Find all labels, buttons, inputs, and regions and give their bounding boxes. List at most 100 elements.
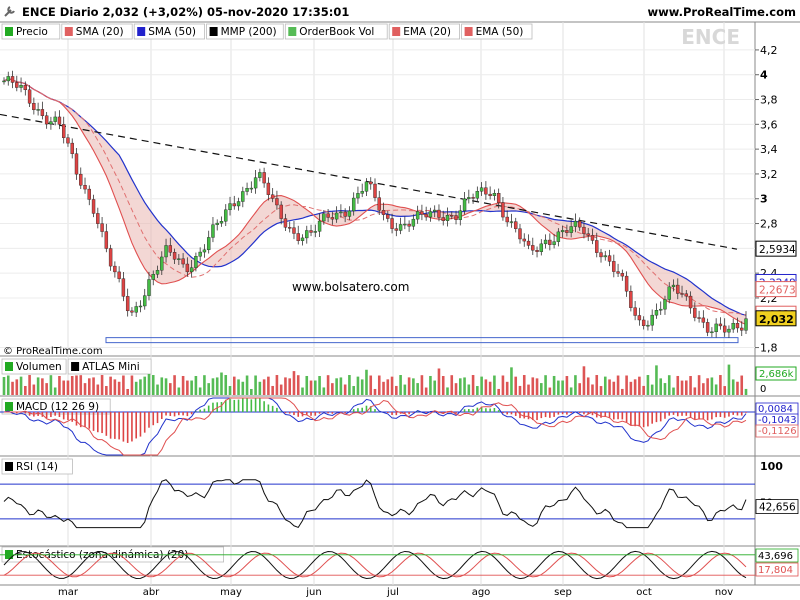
y-tick-label: 3,6	[760, 118, 778, 131]
volume-bar	[220, 372, 223, 395]
macd-hist	[75, 412, 78, 426]
volume-bar	[586, 377, 590, 395]
macd-hist	[118, 412, 120, 440]
macd-hist	[276, 407, 278, 412]
volume-bar	[680, 380, 684, 395]
candle-body	[390, 218, 394, 229]
volume-bar	[70, 375, 74, 395]
volume-bar	[557, 380, 560, 395]
candle-body	[714, 323, 718, 333]
legend-item[interactable]: OrderBook Vol	[299, 26, 374, 38]
x-tick-label: ago	[472, 587, 491, 598]
macd-hist	[182, 412, 184, 416]
candle-body	[705, 322, 710, 333]
volume-legend[interactable]: Volumen	[16, 361, 62, 373]
rsi-legend[interactable]: RSI (14)	[16, 461, 58, 473]
macd-hist	[186, 412, 189, 417]
macd-hist	[122, 412, 125, 442]
candle-body	[624, 275, 629, 292]
macd-hist	[553, 412, 555, 417]
volume-bar	[139, 379, 142, 395]
y-tick-label: 2,8	[760, 218, 778, 231]
volume-bar	[458, 378, 462, 395]
volume-bar	[232, 376, 236, 395]
macd-hist	[199, 409, 201, 412]
macd-hist	[698, 412, 700, 419]
legend-item[interactable]: SMA (20)	[76, 26, 124, 38]
macd-hist	[655, 412, 658, 423]
macd-hist	[220, 402, 223, 412]
candle-body	[552, 241, 556, 245]
volume-bar	[275, 375, 279, 395]
legend-item[interactable]: Precio	[16, 26, 48, 38]
macd-hist	[485, 408, 487, 412]
macd-hist	[101, 412, 103, 434]
macd-hist	[723, 412, 726, 418]
candle-body	[420, 211, 424, 215]
candle-body	[245, 188, 249, 192]
candle-body	[386, 214, 390, 219]
macd-hist	[600, 412, 602, 418]
chart-canvas[interactable]: ENCE Diario 2,032 (+3,02%) 05-nov-2020 1…	[0, 0, 800, 600]
volume-bar	[2, 377, 6, 395]
macd-hist	[506, 412, 508, 415]
candle-body	[70, 142, 74, 154]
legend-item[interactable]: MMP (200)	[221, 26, 277, 38]
candle-body	[676, 284, 680, 294]
candle-body	[560, 230, 565, 233]
volume-bar	[659, 378, 663, 395]
macd-hist	[169, 412, 172, 416]
macd-hist	[395, 412, 398, 416]
macd-legend[interactable]: MACD (12 26 9)	[16, 401, 99, 413]
macd-hist	[694, 412, 696, 420]
volume-legend[interactable]: ATLAS Mini	[82, 361, 140, 373]
volume-bar	[92, 377, 95, 395]
candle-body	[441, 217, 445, 221]
candle-body	[650, 314, 654, 326]
volume-bar	[480, 376, 483, 395]
volume-bar	[621, 388, 624, 395]
volume-bar	[505, 381, 509, 395]
candle-body	[177, 258, 181, 260]
y-tick-label: 4,2	[760, 44, 778, 57]
macd-hist	[259, 397, 261, 412]
legend-item[interactable]: EMA (20)	[403, 26, 451, 38]
macd-hist	[242, 398, 244, 412]
macd-hist	[352, 409, 355, 412]
candle-body	[339, 211, 343, 214]
price-tag: 2,5934	[759, 244, 796, 256]
volume-bar	[625, 375, 628, 395]
macd-legend-swatch	[5, 402, 13, 411]
macd-hist	[97, 412, 99, 433]
candle-body	[215, 222, 219, 225]
volume-bar	[83, 383, 87, 395]
volume-bar	[173, 375, 176, 395]
candle-body	[113, 265, 117, 273]
volume-bar	[237, 379, 240, 395]
candle-body	[360, 191, 364, 194]
legend-item[interactable]: EMA (50)	[476, 26, 524, 38]
x-tick-label: nov	[715, 587, 733, 598]
chart-title: ENCE Diario 2,032 (+3,02%) 05-nov-2020 1…	[22, 5, 349, 19]
volume-bar	[318, 376, 321, 395]
volume-bar	[719, 375, 722, 395]
volume-bar	[122, 375, 125, 395]
chart-window: ENCE Diario 2,032 (+3,02%) 05-nov-2020 1…	[0, 0, 800, 600]
legend-item[interactable]: SMA (50)	[148, 26, 196, 38]
candle-body	[32, 103, 36, 111]
macd-hist	[621, 412, 624, 420]
macd-hist	[267, 404, 270, 412]
candle-body	[292, 227, 296, 234]
y-tick-label: 3,8	[760, 94, 778, 107]
volume-bar	[399, 375, 402, 395]
macd-hist	[88, 412, 91, 429]
candle-body	[471, 197, 475, 199]
macd-hist	[736, 412, 739, 416]
site-name[interactable]: www.ProRealTime.com	[647, 5, 796, 19]
macd-hist	[549, 412, 551, 418]
volume-bar	[245, 375, 249, 395]
candle-body	[53, 116, 57, 122]
x-tick-label: sep	[554, 587, 572, 598]
macd-hist	[497, 410, 500, 412]
volume-bar	[629, 381, 633, 395]
